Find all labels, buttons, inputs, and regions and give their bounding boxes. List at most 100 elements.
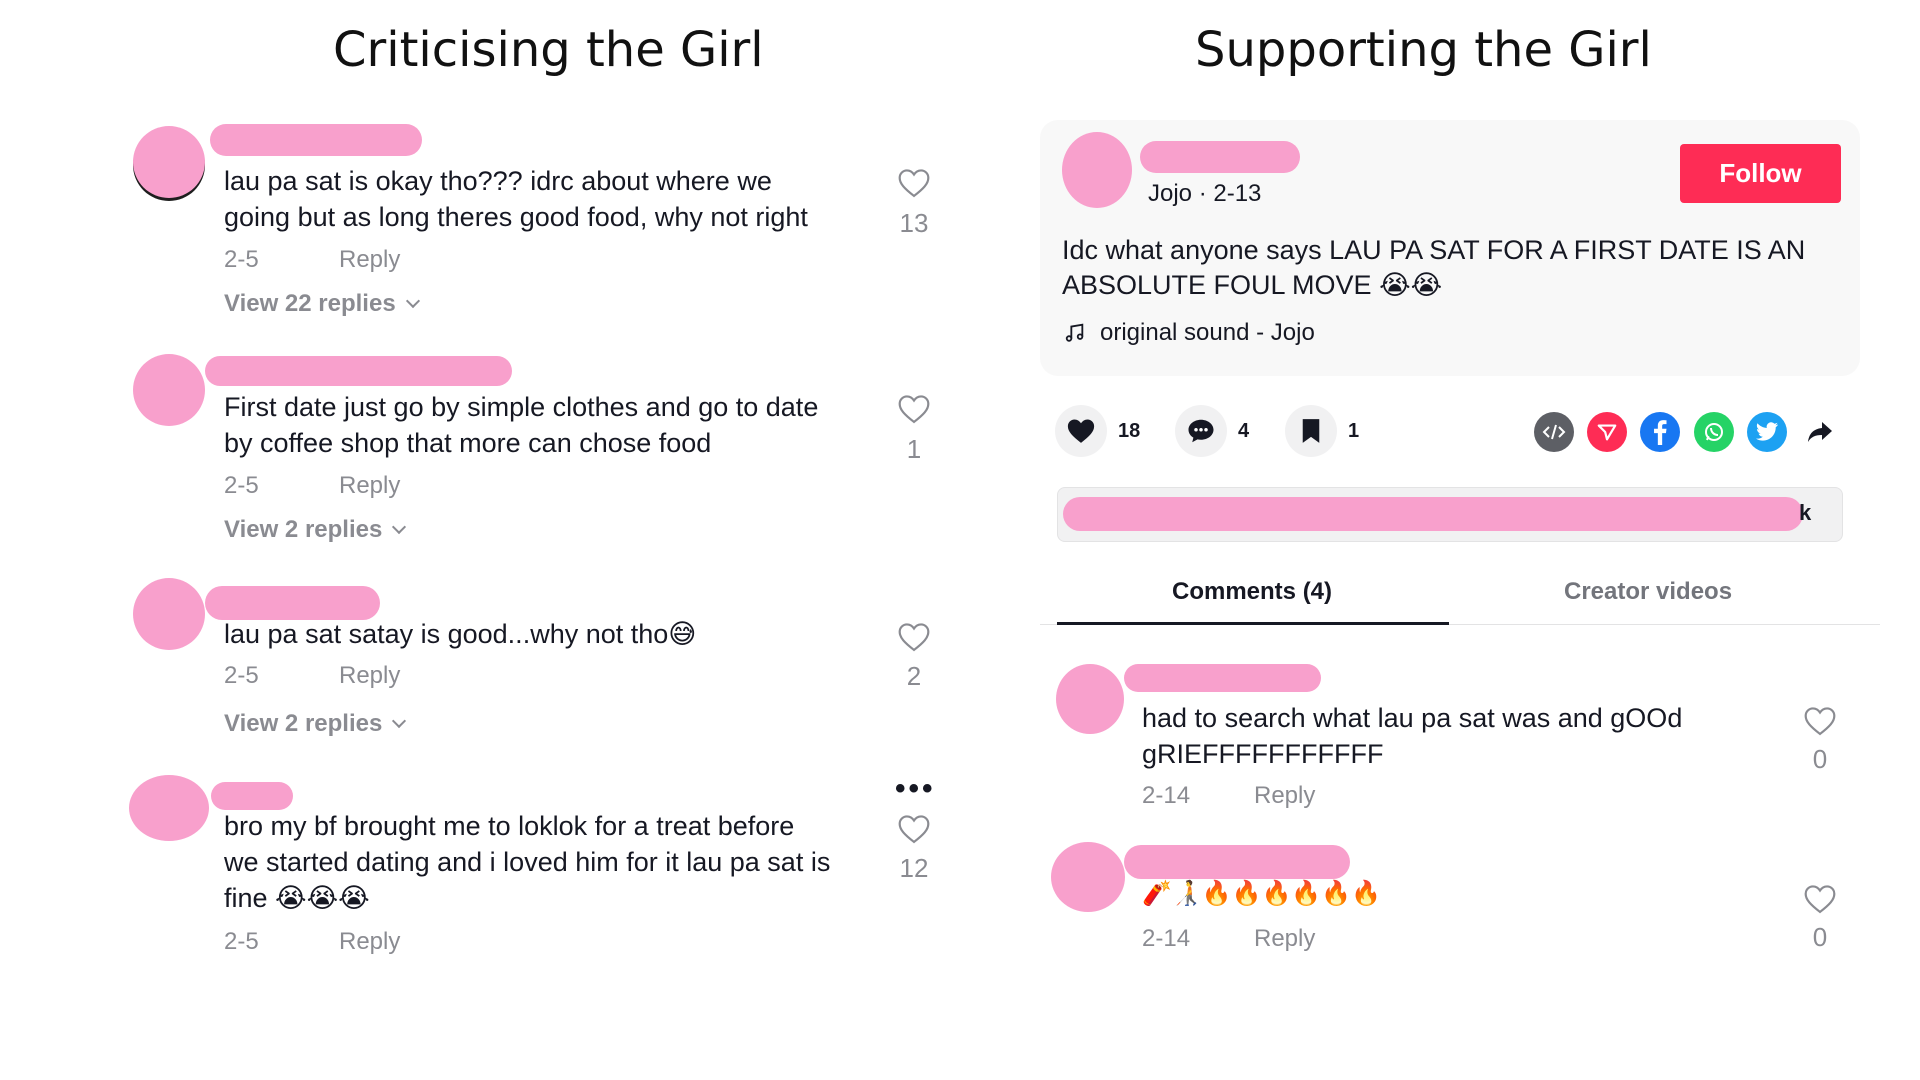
redacted-username [1124,664,1321,692]
embed-glyph [1542,424,1566,440]
tab-active-indicator [1057,622,1449,625]
comment-date: 2-5 [224,472,259,499]
avatar[interactable] [1056,664,1124,734]
tab-comments[interactable]: Comments (4) [1172,578,1332,606]
twitter-glyph [1756,422,1778,441]
share-arrow-icon[interactable] [1800,412,1840,452]
follow-button[interactable]: Follow [1680,144,1841,203]
heart-icon[interactable] [897,622,931,652]
like-button[interactable] [1055,405,1107,457]
comment-text: 🧨🧑‍🦯🔥🔥🔥🔥🔥🔥 [1142,880,1382,907]
embed-icon[interactable] [1534,412,1574,452]
tab-creator-videos[interactable]: Creator videos [1564,578,1732,606]
comment-date: 2-14 [1142,782,1191,809]
chevron-down-icon [392,519,407,535]
comment-icon [1188,419,1214,443]
redacted-username [205,356,512,386]
like-count: 0 [1812,922,1828,952]
more-options-icon[interactable]: ••• [895,772,936,806]
redacted-username [210,124,422,156]
caption-line: Idc what anyone says LAU PA SAT FOR A FI… [1062,235,1806,265]
view-replies-label: View 22 replies [224,290,396,317]
like-count: 12 [899,853,929,883]
like-count: 18 [1118,420,1141,442]
comment-button[interactable] [1175,405,1227,457]
redacted-username [211,782,293,810]
comment-date: 2-14 [1142,925,1191,952]
like-count: 0 [1812,744,1828,774]
heading-criticising: Criticising the Girl [333,22,764,78]
reply-button[interactable]: Reply [1254,925,1315,953]
sound-label: original sound - Jojo [1100,319,1315,346]
twitter-icon[interactable] [1747,412,1787,452]
like-count: 2 [906,661,922,691]
comment-date: 2-5 [224,662,259,689]
avatar[interactable] [133,354,205,426]
caption-line: ABSOLUTE FOUL MOVE 😭😭 [1062,270,1443,300]
comment-line: by coffee shop that more can chose food [224,428,712,458]
sound-link[interactable]: original sound - Jojo [1064,319,1315,347]
heading-supporting: Supporting the Girl [1195,22,1652,78]
facebook-glyph [1654,420,1667,445]
avatar[interactable] [133,126,205,198]
author-avatar[interactable] [1062,132,1132,208]
avatar[interactable] [1051,842,1125,912]
reply-button[interactable]: Reply [1254,782,1315,810]
comment-line: lau pa sat is okay tho??? idrc about whe… [224,166,772,196]
reply-button[interactable]: Reply [339,928,400,956]
heart-icon[interactable] [1803,706,1837,736]
facebook-icon[interactable] [1640,412,1680,452]
heart-icon [1067,419,1095,443]
comment-line: lau pa sat satay is good...why not tho😅 [224,619,697,649]
redacted-username [1124,845,1350,879]
comment-text: bro my bf brought me to loklok for a tre… [224,808,830,916]
reply-button[interactable]: Reply [339,472,400,500]
author-meta: Jojo · 2-13 [1148,180,1262,207]
redacted-link [1063,497,1803,531]
save-button[interactable] [1285,405,1337,457]
comment-line: First date just go by simple clothes and… [224,392,819,422]
comment-line: fine 😭😭😭 [224,883,370,913]
whatsapp-glyph [1705,423,1723,441]
comment-text: lau pa sat is okay tho??? idrc about whe… [224,163,808,235]
view-replies-button[interactable]: View 2 replies [224,516,407,544]
share-arrow-glyph [1808,422,1832,442]
like-count: 1 [906,434,922,464]
chevron-down-icon [405,293,420,309]
view-replies-label: View 2 replies [224,710,383,737]
redacted-username [205,586,380,620]
send-icon[interactable] [1587,412,1627,452]
heart-icon[interactable] [897,168,931,198]
post-caption: Idc what anyone says LAU PA SAT FOR A FI… [1062,233,1805,303]
chevron-down-icon [392,713,407,729]
comment-text: lau pa sat satay is good...why not tho😅 [224,616,696,652]
view-replies-label: View 2 replies [224,516,383,543]
avatar[interactable] [129,775,209,841]
view-replies-button[interactable]: View 22 replies [224,290,420,318]
reply-button[interactable]: Reply [339,246,400,274]
link-tail: k [1799,500,1812,525]
save-count: 1 [1348,420,1360,442]
comment-line: bro my bf brought me to loklok for a tre… [224,811,795,841]
music-note-icon [1065,323,1084,342]
redacted-username [1140,141,1300,173]
comment-line: going but as long theres good food, why … [224,202,808,232]
heart-icon[interactable] [897,814,931,844]
avatar[interactable] [133,578,205,650]
comment-text: First date just go by simple clothes and… [224,389,818,461]
comment-line: gRIEFFFFFFFFFFF [1142,739,1384,769]
send-glyph [1597,424,1617,441]
comment-date: 2-5 [224,246,259,273]
comment-date: 2-5 [224,928,259,955]
comment-line: we started dating and i loved him for it… [224,847,831,877]
comment-text: had to search what lau pa sat was and gO… [1142,700,1682,772]
heart-icon[interactable] [1803,884,1837,914]
view-replies-button[interactable]: View 2 replies [224,710,407,738]
heart-icon[interactable] [897,394,931,424]
reply-button[interactable]: Reply [339,662,400,690]
like-count: 13 [899,208,929,238]
bookmark-icon [1302,419,1320,443]
comment-count: 4 [1238,420,1250,442]
whatsapp-icon[interactable] [1694,412,1734,452]
comment-line: had to search what lau pa sat was and gO… [1142,703,1683,733]
